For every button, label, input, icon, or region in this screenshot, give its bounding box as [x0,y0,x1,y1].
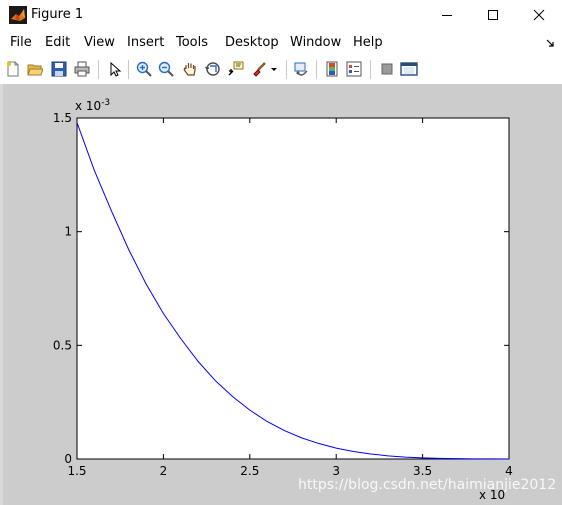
y-exponent-base: x 10 [75,99,101,113]
y-tick-label: 1 [64,225,72,239]
x-tick-label: 2.5 [240,464,259,478]
plot-axes[interactable]: 1.5 2 2.5 3 3.5 4 0 0.5 1 1.5 x 10-3 x 10 [0,0,562,505]
y-exponent-power: -3 [101,98,110,108]
axes-background [76,117,510,460]
watermark-text: https://blog.csdn.net/haimianjie2012 [298,477,557,493]
y-tick-label: 0 [64,452,72,466]
y-tick-label: 0.5 [53,338,72,352]
x-tick-label: 4 [505,464,513,478]
x-tick-label: 3 [332,464,340,478]
x-tick-label: 2 [160,464,168,478]
y-tick-label: 1.5 [53,111,72,125]
x-tick-label: 3.5 [413,464,432,478]
y-exponent-label: x 10-3 [75,98,110,113]
x-tick-label: 1.5 [67,464,86,478]
